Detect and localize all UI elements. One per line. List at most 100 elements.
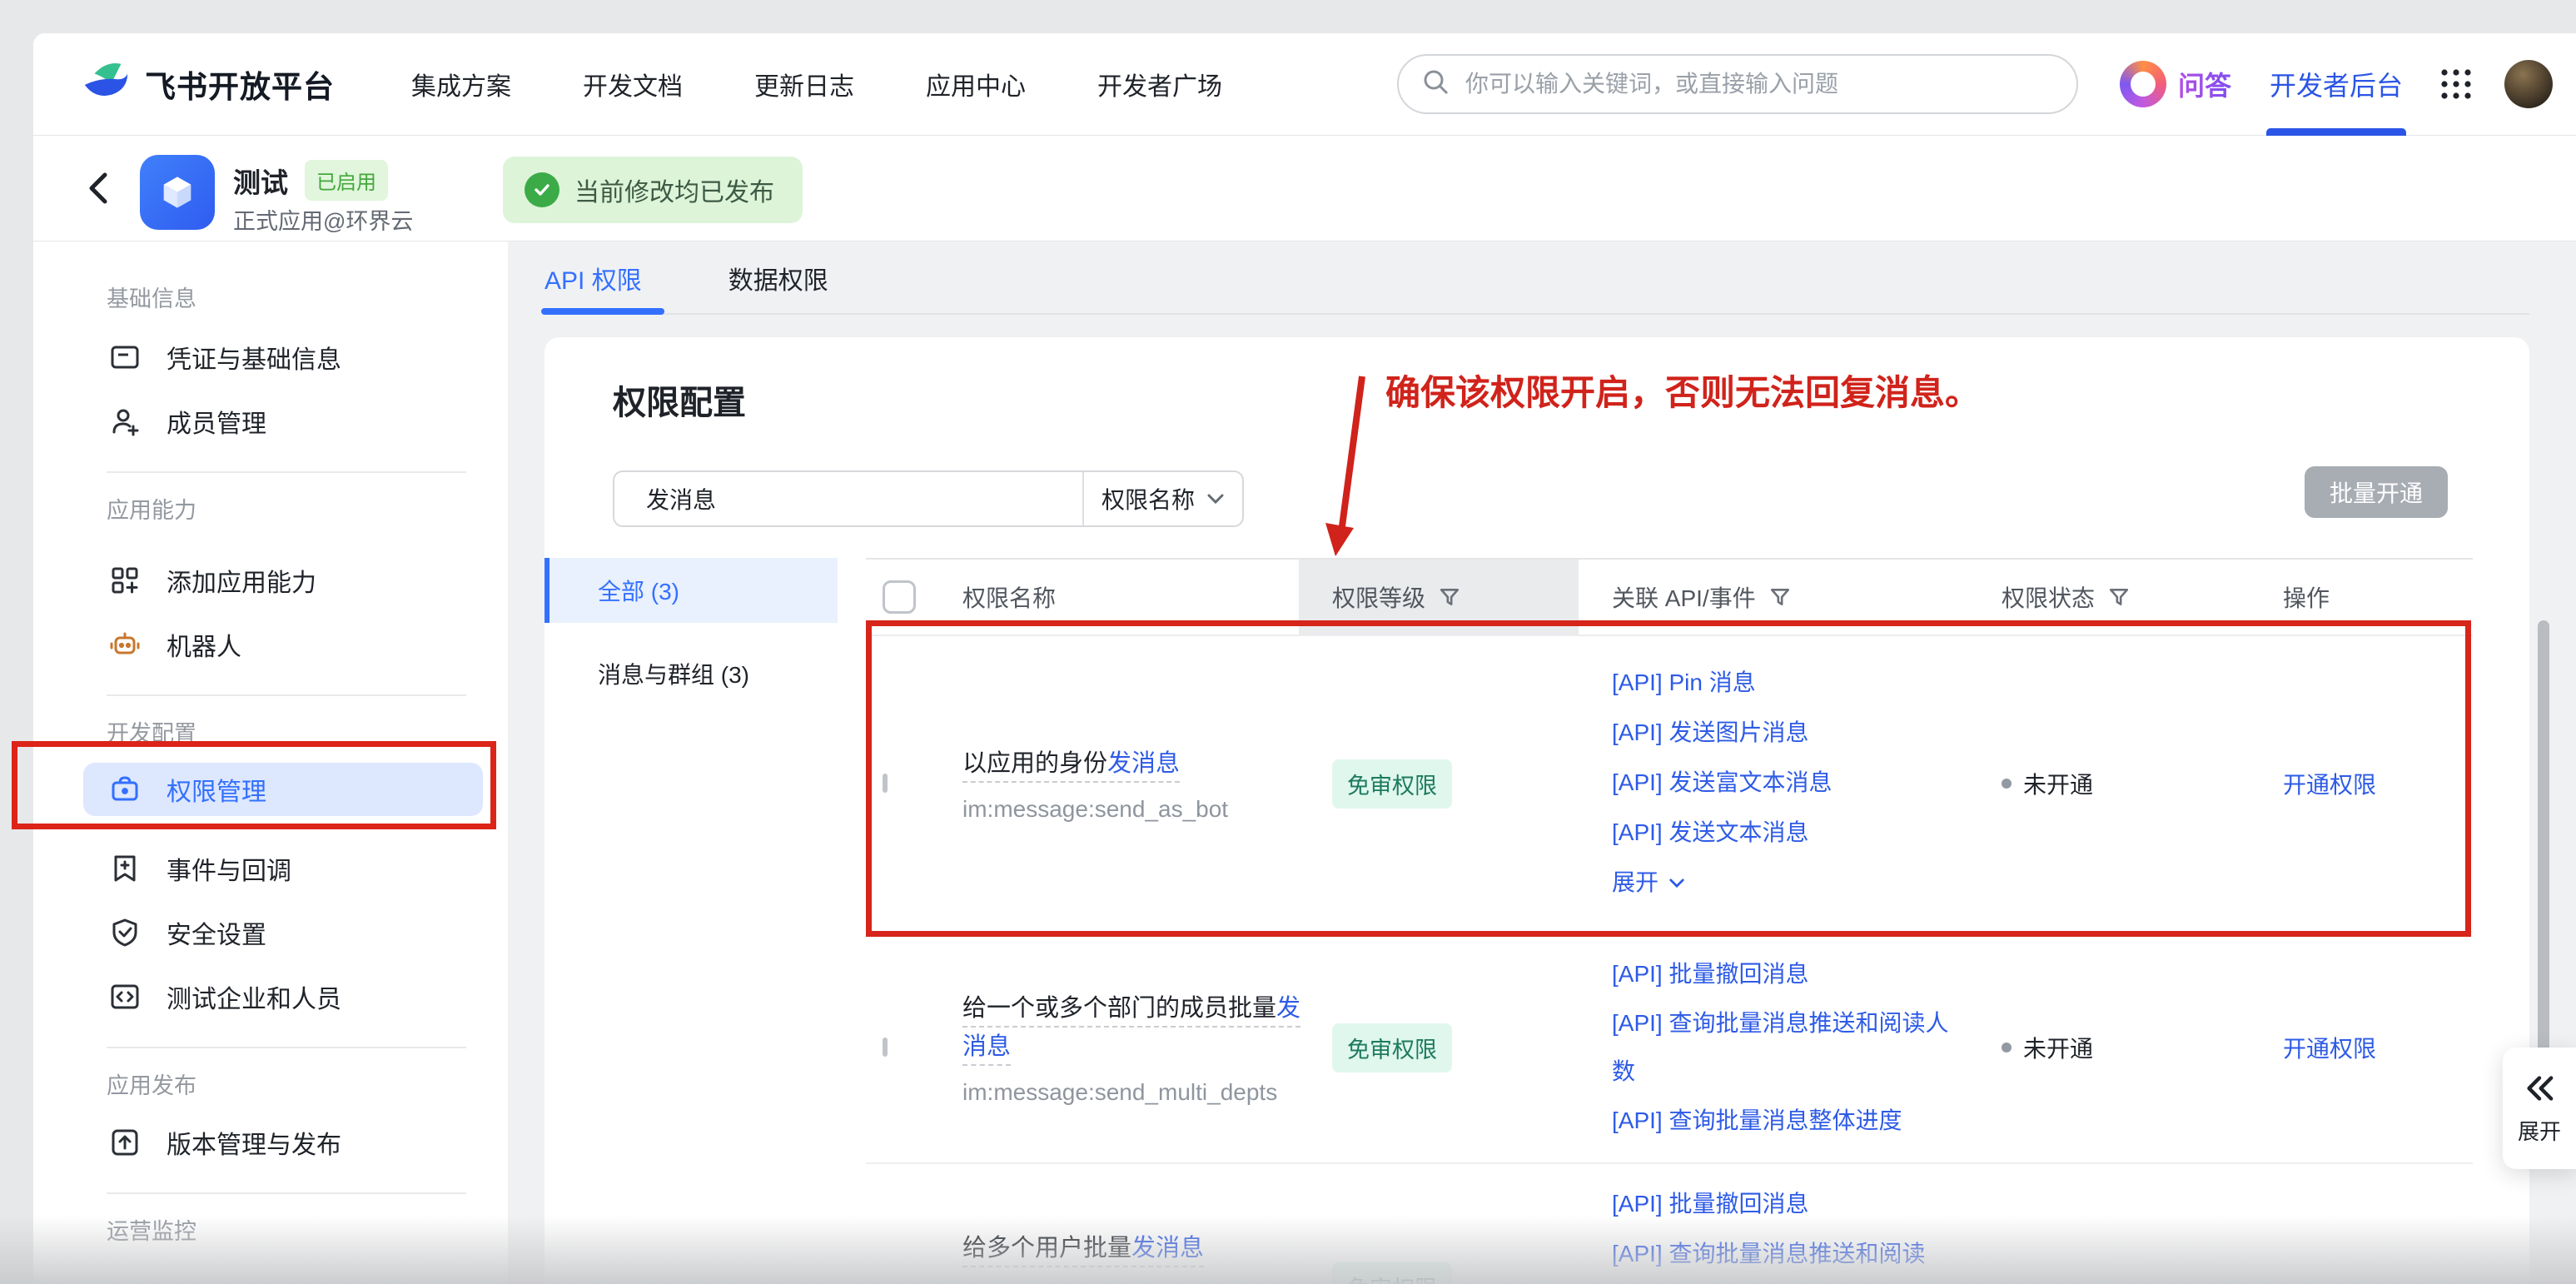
sidebar-item-members[interactable]: 成员管理 xyxy=(107,389,508,453)
permission-name[interactable]: 给多个用户批量发消息 xyxy=(962,1235,1204,1267)
permission-search-input[interactable] xyxy=(614,472,1082,525)
open-permission-link[interactable]: 开通权限 xyxy=(2250,1031,2473,1064)
filter-icon[interactable] xyxy=(1439,586,1460,608)
status-dot-icon xyxy=(2002,779,2012,789)
robot-icon xyxy=(107,628,143,661)
app-window: 飞书开放平台 集成方案 开发文档 更新日志 应用中心 开发者广场 问答 xyxy=(33,33,2576,1284)
vertical-scrollbar[interactable] xyxy=(2538,620,2549,1053)
tab-data-permission[interactable]: 数据权限 xyxy=(729,260,828,296)
add-capability-icon xyxy=(107,564,143,597)
sidebar-item-label: 版本管理与发布 xyxy=(167,1124,341,1161)
sidebar-item-permissions[interactable]: 权限管理 xyxy=(83,763,483,816)
check-circle-icon xyxy=(525,172,559,207)
sidebar-item-bot[interactable]: 机器人 xyxy=(107,612,508,676)
bulk-open-button[interactable]: 批量开通 xyxy=(2305,466,2448,518)
sidebar-item-security[interactable]: 安全设置 xyxy=(107,900,508,964)
expand-api-list[interactable]: 展开 xyxy=(1612,858,1968,908)
enabled-status-badge: 已启用 xyxy=(305,160,388,201)
status-cell: 未开通 xyxy=(1968,1031,2250,1064)
permission-tabs: API 权限 数据权限 xyxy=(545,241,828,315)
filter-icon[interactable] xyxy=(2108,586,2130,608)
col-permission-status[interactable]: 权限状态 xyxy=(1968,580,2250,614)
col-permission-level[interactable]: 权限等级 xyxy=(1299,560,1579,635)
member-add-icon xyxy=(107,405,143,438)
sidebar-section-monitor: 运营监控 xyxy=(107,1212,508,1246)
sidebar-item-label: 成员管理 xyxy=(167,403,266,440)
qa-ring-icon xyxy=(2120,61,2166,107)
tab-api-permission[interactable]: API 权限 xyxy=(545,260,642,296)
qa-entry[interactable]: 问答 xyxy=(2120,61,2231,107)
chevron-down-icon xyxy=(1206,493,1225,505)
api-link[interactable]: [API] 查询批量消息推送和阅读 xyxy=(1612,1229,1968,1279)
sidebar-item-label: 添加应用能力 xyxy=(167,562,316,599)
api-link[interactable]: [API] 查询批量消息推送和阅读人数 xyxy=(1612,999,1962,1096)
sidebar-item-label: 安全设置 xyxy=(167,914,266,951)
permission-name[interactable]: 给一个或多个部门的成员批量发消息 xyxy=(962,995,1300,1066)
filter-icon[interactable] xyxy=(1769,586,1791,608)
app-icon xyxy=(140,155,215,230)
permission-name[interactable]: 以应用的身份发消息 xyxy=(962,750,1180,783)
api-link[interactable]: [API] 批量撤回消息 xyxy=(1612,949,1968,999)
feishu-logo[interactable]: 飞书开放平台 xyxy=(80,57,335,112)
app-title: 测试 xyxy=(233,161,288,201)
sidebar-item-label: 凭证与基础信息 xyxy=(167,339,341,376)
api-link[interactable]: [API] 发送文本消息 xyxy=(1612,808,1968,858)
select-all-checkbox[interactable] xyxy=(883,580,916,614)
expand-side-panel[interactable]: 展开 xyxy=(2503,1048,2576,1169)
filter-field-label: 权限名称 xyxy=(1102,482,1195,515)
nav-item-dev-console[interactable]: 开发者后台 xyxy=(2270,33,2403,136)
api-link[interactable]: [API] Pin 消息 xyxy=(1612,658,1968,708)
nav-item-app-center[interactable]: 应用中心 xyxy=(926,66,1026,102)
nav-item-solutions[interactable]: 集成方案 xyxy=(411,66,511,102)
search-input[interactable] xyxy=(1465,71,2055,97)
row-checkbox[interactable] xyxy=(883,774,888,793)
main-area: API 权限 数据权限 权限配置 权限名称 xyxy=(508,241,2576,1284)
tabs-separator xyxy=(545,313,2529,315)
api-link[interactable]: [API] 批量撤回消息 xyxy=(1612,1179,1968,1229)
nav-item-dev-plaza[interactable]: 开发者广场 xyxy=(1097,66,1222,102)
sidebar-item-version-release[interactable]: 版本管理与发布 xyxy=(107,1110,508,1174)
permission-table: 权限名称 权限等级 关联 API/事件 xyxy=(866,558,2473,1284)
sidebar-divider xyxy=(107,694,466,696)
active-tab-indicator xyxy=(541,308,664,315)
apps-grid-icon[interactable] xyxy=(2438,66,2474,102)
app-header: 测试 已启用 正式应用@环界云 当前修改均已发布 xyxy=(33,137,2576,241)
sidebar-divider xyxy=(107,1192,466,1194)
permission-name-cell: 以应用的身份发消息 im:message:send_as_bot xyxy=(949,744,1299,823)
app-title-row: 测试 已启用 xyxy=(233,160,388,201)
sidebar-item-test-enterprise[interactable]: 测试企业和人员 xyxy=(107,964,508,1028)
status-cell: 未开通 xyxy=(1968,767,2250,800)
col-related-api[interactable]: 关联 API/事件 xyxy=(1579,580,1968,614)
nav-item-docs[interactable]: 开发文档 xyxy=(583,66,683,102)
credential-card-icon xyxy=(107,341,143,374)
double-chevron-left-icon xyxy=(2520,1072,2559,1105)
api-link[interactable]: [API] 发送富文本消息 xyxy=(1612,758,1968,808)
permission-scope: im:message:send_multi_depts xyxy=(962,1079,1299,1106)
permission-icon xyxy=(107,773,143,806)
sidebar-divider xyxy=(107,1047,466,1048)
api-link[interactable]: [API] 查询批量消息整体进度 xyxy=(1612,1096,1968,1146)
global-search[interactable] xyxy=(1397,54,2078,114)
sidebar-section-capability: 应用能力 xyxy=(107,491,508,525)
sidebar-item-add-capability[interactable]: 添加应用能力 xyxy=(107,548,508,612)
sidebar-item-label: 机器人 xyxy=(167,626,241,663)
back-button[interactable] xyxy=(82,167,115,210)
sidebar-item-credentials[interactable]: 凭证与基础信息 xyxy=(107,325,508,389)
filter-field-select[interactable]: 权限名称 xyxy=(1082,472,1242,525)
col-action: 操作 xyxy=(2250,580,2473,614)
sidebar-section-dev-config: 开发配置 xyxy=(107,714,508,748)
row-checkbox[interactable] xyxy=(883,1038,888,1057)
permission-card: 权限配置 权限名称 批量开通 全部 (3) 消息与群组 (3) xyxy=(545,337,2529,1284)
sidebar-item-events[interactable]: 事件与回调 xyxy=(107,836,508,900)
permission-search-group: 权限名称 xyxy=(613,470,1244,527)
open-permission-link[interactable]: 开通权限 xyxy=(2250,767,2473,800)
app-subtitle: 正式应用@环界云 xyxy=(233,203,413,236)
nav-item-changelog[interactable]: 更新日志 xyxy=(754,66,854,102)
feishu-logo-icon xyxy=(80,57,132,112)
category-all[interactable]: 全部 (3) xyxy=(545,558,838,623)
api-link[interactable]: [API] 发送图片消息 xyxy=(1612,708,1968,758)
avatar[interactable] xyxy=(2504,60,2553,108)
nav-menu: 集成方案 开发文档 更新日志 应用中心 开发者广场 xyxy=(411,66,1222,102)
category-message-group[interactable]: 消息与群组 (3) xyxy=(545,641,838,706)
table-row: 以应用的身份发消息 im:message:send_as_bot 免审权限 [A… xyxy=(866,636,2473,933)
